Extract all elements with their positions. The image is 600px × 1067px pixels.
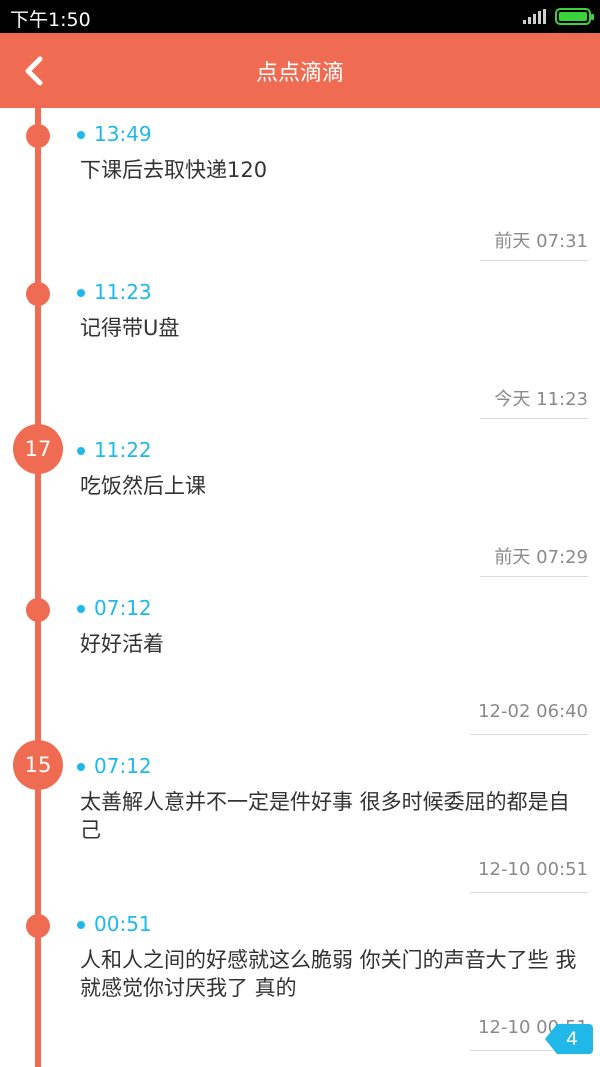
status-bar: 下午1:50 — [0, 0, 600, 33]
time-dot-icon — [77, 605, 85, 613]
entry-time: 07:12 — [94, 754, 152, 778]
time-dot-icon — [77, 447, 85, 455]
entry-time: 11:23 — [94, 280, 152, 304]
time-dot-icon — [77, 921, 85, 929]
date-underline — [470, 892, 588, 893]
time-dot-icon — [77, 763, 85, 771]
entry-date: 前天 07:29 — [494, 547, 588, 568]
app-bar: 点点滴滴 — [0, 33, 600, 108]
entry-text: 下课后去取快递120 — [80, 158, 268, 182]
entry-time: 00:51 — [94, 912, 152, 936]
entry-date: 前天 07:31 — [494, 231, 588, 252]
date-underline — [470, 734, 588, 735]
date-underline — [480, 260, 588, 261]
timeline-node — [26, 598, 50, 622]
timeline-entry[interactable]: 07:12 好好活着 12-02 06:40 — [0, 582, 600, 740]
time-dot-icon — [77, 289, 85, 297]
timeline-node — [26, 282, 50, 306]
entry-text: 吃饭然后上课 — [80, 474, 206, 498]
timeline-node — [26, 914, 50, 938]
entry-text: 太善解人意并不一定是件好事 很多时候委屈的都是自己 — [80, 790, 570, 842]
timeline-entry[interactable]: 17 11:22 吃饭然后上课 前天 07:29 — [0, 424, 600, 582]
timeline-entry[interactable]: 13:49 下课后去取快递120 前天 07:31 — [0, 108, 600, 266]
entry-text: 人和人之间的好感就这么脆弱 你关门的声音大了些 我就感觉你讨厌我了 真的 — [80, 948, 577, 1000]
entry-date: 12-10 00:51 — [478, 859, 588, 880]
entry-text: 好好活着 — [80, 632, 164, 656]
time-dot-icon — [77, 131, 85, 139]
timeline-entry[interactable]: 15 07:12 太善解人意并不一定是件好事 很多时候委屈的都是自己 12-10… — [0, 740, 600, 898]
signal-icon — [523, 9, 547, 24]
status-time: 下午1:50 — [10, 9, 91, 31]
entry-text: 记得带U盘 — [80, 316, 180, 340]
timeline-node — [26, 124, 50, 148]
entry-time: 13:49 — [94, 122, 152, 146]
day-node: 17 — [13, 424, 63, 474]
entry-time: 07:12 — [94, 596, 152, 620]
day-node: 15 — [13, 740, 63, 790]
timeline-list[interactable]: 13:49 下课后去取快递120 前天 07:31 11:23 记得带U盘 今天… — [0, 108, 600, 1067]
timeline-entry[interactable]: 11:23 记得带U盘 今天 11:23 — [0, 266, 600, 424]
date-underline — [480, 418, 588, 419]
entry-time: 11:22 — [94, 438, 152, 462]
battery-icon — [555, 8, 594, 25]
page-title: 点点滴滴 — [255, 61, 344, 86]
date-underline — [480, 576, 588, 577]
timeline-entry[interactable]: 00:51 人和人之间的好感就这么脆弱 你关门的声音大了些 我就感觉你讨厌我了 … — [0, 898, 600, 1056]
entry-date: 12-02 06:40 — [478, 701, 588, 722]
entry-date: 今天 11:23 — [494, 389, 588, 410]
